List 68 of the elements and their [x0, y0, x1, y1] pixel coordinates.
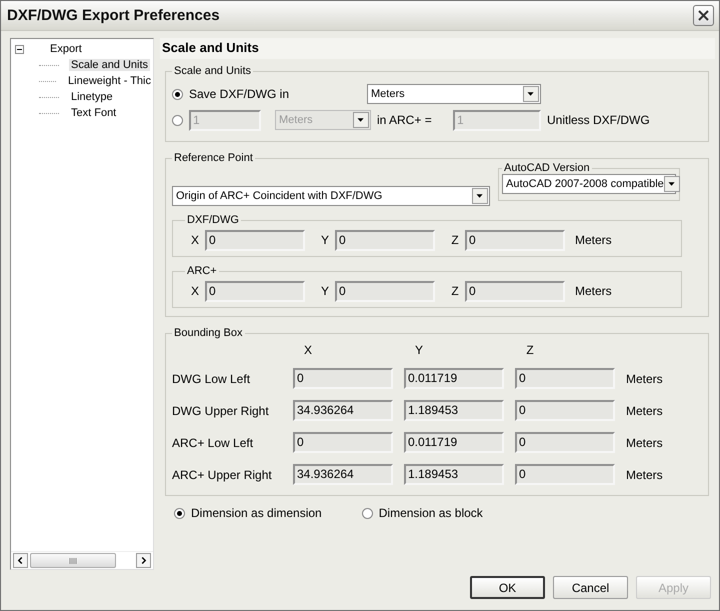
group-title: Scale and Units [173, 65, 252, 77]
input-field[interactable]: 0 [293, 432, 393, 453]
tree-item[interactable]: Export [48, 43, 84, 55]
unit-label: Meters [626, 436, 664, 450]
window-title: DXF/DWG Export Preferences [7, 7, 220, 24]
axis-label: X [190, 233, 200, 247]
unit-label: Meters [626, 404, 664, 418]
axis-label: Y [320, 233, 330, 247]
reference-dropdown[interactable]: Origin of ARC+ Coincident with DXF/DWG [172, 186, 490, 206]
input-field[interactable]: 0 [515, 432, 615, 453]
input-field[interactable]: 34.936264 [293, 400, 393, 421]
axis-label: Y [320, 284, 330, 298]
input-field[interactable]: 0 [465, 280, 565, 302]
axis-label: Z [450, 233, 460, 247]
unit-label: Meters [575, 284, 612, 298]
axis-label: Z [450, 284, 460, 298]
unit-dropdown[interactable]: Meters [367, 84, 541, 104]
input-field[interactable]: 0 [465, 230, 565, 250]
input-field[interactable]: 0 [335, 230, 435, 250]
input-field[interactable]: 0.011719 [404, 432, 504, 453]
field-label: in ARC+ = [377, 113, 433, 127]
close-button[interactable] [693, 5, 714, 26]
group-title: DXF/DWG [186, 214, 240, 226]
unit-label: Meters [626, 372, 664, 386]
radio-button[interactable] [174, 508, 185, 518]
tree-item[interactable]: Linetype [69, 91, 115, 103]
group-title: Reference Point [173, 152, 254, 164]
input-field[interactable]: 0 [515, 400, 615, 421]
dialog-button[interactable]: Cancel [553, 576, 628, 599]
radio-button[interactable] [362, 508, 373, 518]
row-label: DWG Upper Right [172, 404, 270, 418]
row-label: DWG Low Left [172, 372, 252, 386]
row-label: ARC+ Low Left [172, 436, 254, 450]
scroll-left-icon[interactable] [13, 553, 28, 568]
radio-label: Dimension as block [378, 506, 483, 520]
input-field[interactable]: 0 [515, 368, 615, 389]
input-field[interactable]: 0 [205, 280, 305, 302]
input-field[interactable]: 0.011719 [404, 368, 504, 389]
input-field[interactable]: 1.189453 [404, 464, 504, 485]
unit-label: Meters [626, 468, 664, 482]
column-header: Z [525, 343, 535, 357]
input-field[interactable]: 0 [335, 280, 435, 302]
group-title: Bounding Box [173, 327, 244, 339]
radio-label: Dimension as dimension [191, 506, 322, 520]
input-field[interactable]: 0 [515, 464, 615, 485]
column-header: Y [414, 343, 424, 357]
scroll-right-icon[interactable] [136, 553, 151, 568]
scrollbar-thumb[interactable] [30, 553, 116, 568]
page-title: Scale and Units [160, 38, 715, 59]
close-icon [698, 10, 709, 21]
radio-label: Save DXF/DWG in [189, 87, 290, 101]
group-title: ARC+ [186, 265, 218, 277]
field-label: Unitless DXF/DWG [547, 113, 650, 127]
dialog-button[interactable]: OK [470, 576, 545, 599]
tree-item[interactable]: Text Font [69, 107, 118, 119]
unit-label: Meters [575, 233, 612, 247]
collapse-icon[interactable] [15, 44, 24, 54]
tree-item[interactable]: Lineweight - Thic [66, 75, 153, 87]
input-field[interactable]: 0 [293, 368, 393, 389]
tree-item[interactable]: Scale and Units [69, 59, 150, 71]
radio-button[interactable] [172, 88, 183, 100]
axis-label: X [190, 284, 200, 298]
row-label: ARC+ Upper Right [172, 468, 273, 482]
group-title: AutoCAD Version [503, 162, 591, 174]
input-field[interactable]: 34.936264 [293, 464, 393, 485]
input-field[interactable]: 0 [205, 230, 305, 250]
column-header: X [302, 343, 313, 357]
input-field[interactable]: 1.189453 [404, 400, 504, 421]
